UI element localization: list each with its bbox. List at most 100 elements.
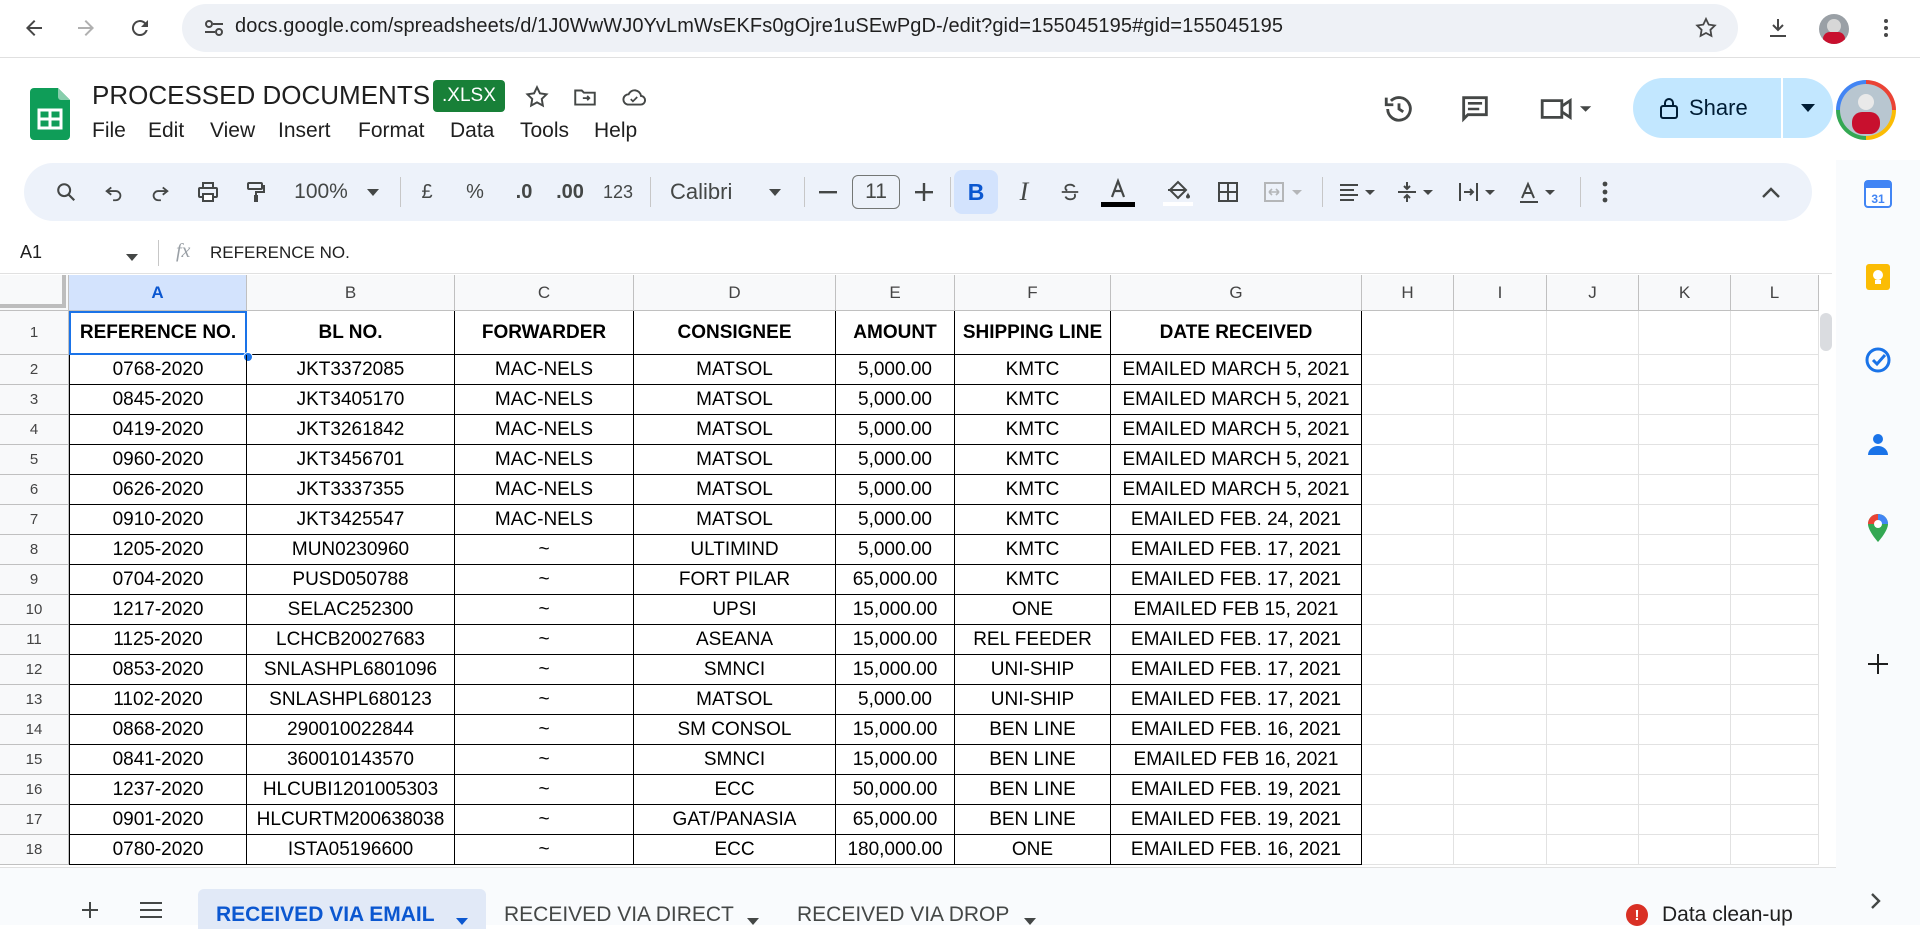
empty-cell[interactable] bbox=[1362, 685, 1454, 715]
font-size-input[interactable]: 11 bbox=[852, 163, 900, 221]
empty-cell[interactable] bbox=[1362, 415, 1454, 445]
contacts-icon[interactable] bbox=[1864, 430, 1892, 463]
col-header-i[interactable]: I bbox=[1454, 275, 1547, 311]
table-cell-g[interactable]: EMAILED MARCH 5, 2021 bbox=[1111, 385, 1362, 415]
download-icon[interactable] bbox=[1760, 10, 1796, 46]
col-header-b[interactable]: B bbox=[247, 275, 455, 311]
table-cell-a[interactable]: 1125-2020 bbox=[69, 625, 247, 655]
table-cell-b[interactable]: PUSD050788 bbox=[247, 565, 455, 595]
header-cell-d[interactable]: CONSIGNEE bbox=[634, 311, 836, 355]
table-cell-c[interactable]: MAC-NELS bbox=[455, 385, 634, 415]
get-addons-icon[interactable] bbox=[1866, 652, 1890, 681]
empty-cell[interactable] bbox=[1547, 505, 1639, 535]
menu-insert[interactable]: Insert bbox=[278, 119, 331, 143]
increase-font-size-icon[interactable] bbox=[912, 163, 936, 221]
empty-cell[interactable] bbox=[1547, 775, 1639, 805]
tab-drop-dropdown-icon[interactable] bbox=[1024, 912, 1036, 930]
col-header-c[interactable]: C bbox=[455, 275, 634, 311]
empty-cell[interactable] bbox=[1362, 565, 1454, 595]
row-header[interactable]: 18 bbox=[0, 835, 69, 865]
table-cell-a[interactable]: 1237-2020 bbox=[69, 775, 247, 805]
table-cell-b[interactable]: JKT3337355 bbox=[247, 475, 455, 505]
table-cell-d[interactable]: GAT/PANASIA bbox=[634, 805, 836, 835]
table-cell-b[interactable]: JKT3425547 bbox=[247, 505, 455, 535]
empty-cell[interactable] bbox=[1454, 385, 1547, 415]
header-cell-e[interactable]: AMOUNT bbox=[836, 311, 955, 355]
empty-cell[interactable] bbox=[1454, 475, 1547, 505]
table-cell-a[interactable]: 0768-2020 bbox=[69, 355, 247, 385]
table-cell-b[interactable]: 360010143570 bbox=[247, 745, 455, 775]
table-cell-f[interactable]: KMTC bbox=[955, 445, 1111, 475]
table-cell-a[interactable]: 0704-2020 bbox=[69, 565, 247, 595]
row-header[interactable]: 10 bbox=[0, 595, 69, 625]
table-cell-e[interactable]: 65,000.00 bbox=[836, 805, 955, 835]
site-info-icon[interactable] bbox=[202, 16, 226, 45]
row-header[interactable]: 14 bbox=[0, 715, 69, 745]
table-cell-c[interactable]: ~ bbox=[455, 745, 634, 775]
empty-cell[interactable] bbox=[1362, 385, 1454, 415]
account-avatar[interactable] bbox=[1836, 80, 1896, 140]
table-cell-e[interactable]: 5,000.00 bbox=[836, 415, 955, 445]
empty-cell[interactable] bbox=[1362, 475, 1454, 505]
col-header-g[interactable]: G bbox=[1111, 275, 1362, 311]
table-cell-f[interactable]: REL FEEDER bbox=[955, 625, 1111, 655]
empty-cell[interactable] bbox=[1362, 595, 1454, 625]
empty-cell[interactable] bbox=[1362, 445, 1454, 475]
table-cell-a[interactable]: 0845-2020 bbox=[69, 385, 247, 415]
empty-cell[interactable] bbox=[1731, 745, 1819, 775]
table-cell-c[interactable]: ~ bbox=[455, 655, 634, 685]
empty-cell[interactable] bbox=[1454, 625, 1547, 655]
row-header[interactable]: 9 bbox=[0, 565, 69, 595]
row-header[interactable]: 5 bbox=[0, 445, 69, 475]
table-cell-f[interactable]: BEN LINE bbox=[955, 745, 1111, 775]
empty-cell[interactable] bbox=[1454, 535, 1547, 565]
decrease-font-size-icon[interactable] bbox=[816, 163, 840, 221]
add-sheet-icon[interactable] bbox=[80, 900, 100, 925]
col-header-j[interactable]: J bbox=[1547, 275, 1639, 311]
empty-cell[interactable] bbox=[1547, 311, 1639, 355]
calendar-icon[interactable]: 31 bbox=[1864, 180, 1892, 213]
empty-cell[interactable] bbox=[1362, 625, 1454, 655]
table-cell-g[interactable]: EMAILED FEB. 17, 2021 bbox=[1111, 685, 1362, 715]
table-cell-c[interactable]: ~ bbox=[455, 595, 634, 625]
table-cell-d[interactable]: SMNCI bbox=[634, 745, 836, 775]
empty-cell[interactable] bbox=[1454, 655, 1547, 685]
table-cell-a[interactable]: 0841-2020 bbox=[69, 745, 247, 775]
empty-cell[interactable] bbox=[1731, 505, 1819, 535]
table-cell-c[interactable]: MAC-NELS bbox=[455, 505, 634, 535]
table-cell-g[interactable]: EMAILED MARCH 5, 2021 bbox=[1111, 355, 1362, 385]
table-cell-a[interactable]: 0901-2020 bbox=[69, 805, 247, 835]
table-cell-e[interactable]: 15,000.00 bbox=[836, 595, 955, 625]
table-cell-a[interactable]: 1205-2020 bbox=[69, 535, 247, 565]
empty-cell[interactable] bbox=[1454, 745, 1547, 775]
increase-decimal-button[interactable]: .00 bbox=[550, 163, 590, 221]
tasks-icon[interactable] bbox=[1864, 346, 1892, 379]
empty-cell[interactable] bbox=[1639, 535, 1731, 565]
empty-cell[interactable] bbox=[1731, 475, 1819, 505]
merge-cells-icon[interactable] bbox=[1258, 163, 1314, 221]
tab-received-via-drop[interactable]: RECEIVED VIA DROP bbox=[797, 903, 1009, 927]
comments-icon[interactable] bbox=[1458, 92, 1492, 131]
table-cell-f[interactable]: KMTC bbox=[955, 535, 1111, 565]
empty-cell[interactable] bbox=[1731, 775, 1819, 805]
table-cell-g[interactable]: EMAILED FEB. 16, 2021 bbox=[1111, 835, 1362, 865]
empty-cell[interactable] bbox=[1731, 655, 1819, 685]
table-cell-e[interactable]: 15,000.00 bbox=[836, 625, 955, 655]
borders-icon[interactable] bbox=[1208, 163, 1248, 221]
tab-email-dropdown-icon[interactable] bbox=[456, 912, 468, 930]
table-cell-c[interactable]: MAC-NELS bbox=[455, 355, 634, 385]
empty-cell[interactable] bbox=[1639, 715, 1731, 745]
text-rotation-icon[interactable] bbox=[1514, 163, 1564, 221]
col-header-l[interactable]: L bbox=[1731, 275, 1819, 311]
table-cell-f[interactable]: KMTC bbox=[955, 355, 1111, 385]
table-cell-f[interactable]: KMTC bbox=[955, 505, 1111, 535]
row-header-1[interactable]: 1 bbox=[0, 311, 69, 355]
table-cell-e[interactable]: 5,000.00 bbox=[836, 535, 955, 565]
empty-cell[interactable] bbox=[1454, 311, 1547, 355]
table-cell-e[interactable]: 5,000.00 bbox=[836, 355, 955, 385]
table-cell-d[interactable]: MATSOL bbox=[634, 415, 836, 445]
name-box[interactable]: A1 bbox=[20, 242, 42, 263]
table-cell-a[interactable]: 0626-2020 bbox=[69, 475, 247, 505]
empty-cell[interactable] bbox=[1362, 311, 1454, 355]
empty-cell[interactable] bbox=[1454, 595, 1547, 625]
